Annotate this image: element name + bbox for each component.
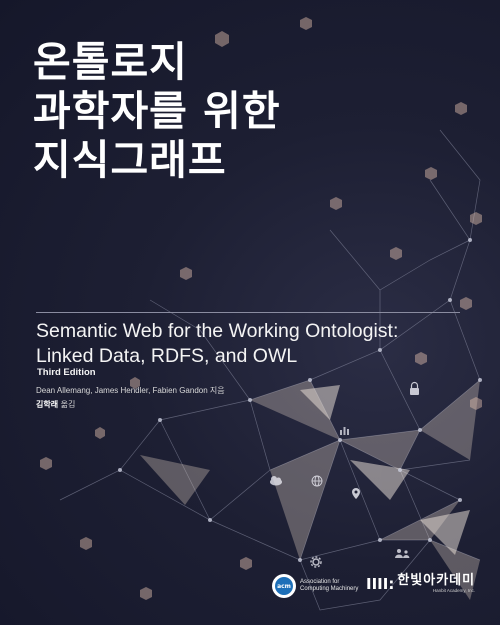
subtitle-line-1: Semantic Web for the Working Ontologist: — [36, 320, 399, 342]
publisher-name-block: 한빛아카데미 Hanbit Academy, Inc. — [397, 574, 475, 594]
authors: Dean Allemang, James Hendler, Fabien Gan… — [36, 386, 225, 395]
acm-name-line-1: Association for — [300, 579, 340, 585]
title-line-3: 지식그래프 — [33, 136, 227, 185]
publisher-tagline: Hanbit Academy, Inc. — [432, 588, 476, 593]
users-icon — [395, 549, 410, 558]
title-line-2: 과학자를 위한 — [33, 87, 281, 136]
translator: 김학래 옮김 — [36, 399, 75, 410]
title-divider — [36, 312, 460, 313]
edition-label: Third Edition — [37, 367, 96, 378]
chart-icon — [340, 427, 349, 435]
book-title: 온톨로지 과학자를 위한 지식그래프 — [33, 38, 281, 186]
translator-role: 옮김 — [60, 400, 76, 409]
acm-name: Association for Computing Machinery — [300, 579, 362, 593]
acm-name-line-2: Computing Machinery — [300, 586, 359, 592]
publisher-logo: IIII: 한빛아카데미 Hanbit Academy, Inc. — [366, 574, 475, 594]
gear-icon — [310, 556, 322, 568]
acm-logo-block: acm Association for Computing Machinery — [272, 574, 362, 598]
acm-logo-text: acm — [275, 577, 293, 595]
title-line-1: 온톨로지 — [33, 38, 188, 86]
publisher-mark-icon: IIII: — [366, 575, 395, 593]
publisher-name: 한빛아카데미 — [397, 573, 476, 588]
book-cover: 온톨로지 과학자를 위한 지식그래프 Semantic Web for the … — [0, 0, 500, 625]
translator-name: 김학래 — [36, 400, 59, 409]
acm-logo-icon: acm — [272, 574, 296, 598]
english-subtitle: Semantic Web for the Working Ontologist:… — [36, 319, 476, 394]
location-pin-icon — [352, 488, 360, 499]
